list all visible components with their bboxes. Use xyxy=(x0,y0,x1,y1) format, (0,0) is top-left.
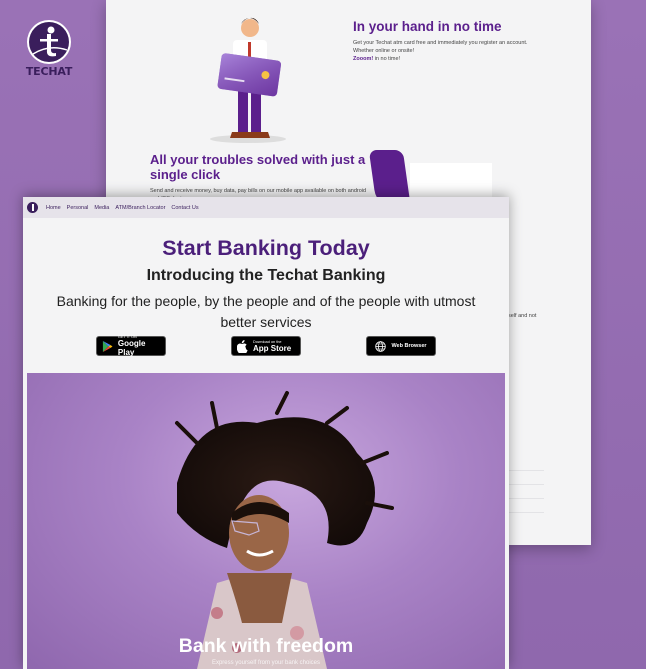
google-play-icon xyxy=(102,340,113,352)
photo-subcaption: Express yourself from your bank choices xyxy=(211,660,321,666)
web-browser-button[interactable]: Web Browser xyxy=(366,336,436,356)
feature1-title: In your hand in no time xyxy=(353,19,502,34)
logo-mark-icon xyxy=(27,20,71,64)
divider-lines xyxy=(508,470,544,526)
nav-personal[interactable]: Personal xyxy=(67,205,89,211)
nav-media[interactable]: Media xyxy=(94,205,109,211)
app-store-label: App Store xyxy=(253,343,292,353)
brand-name: TECHAT xyxy=(25,65,73,78)
app-store-button[interactable]: Download on the App Store xyxy=(231,336,301,356)
feature-card-delivery: In your hand in no time Get your Techat … xyxy=(353,19,573,63)
hero-description: Banking for the people, by the people an… xyxy=(56,293,476,330)
nav-logo-icon[interactable] xyxy=(27,202,38,213)
feature1-line1: Get your Techat atm card free and immedi… xyxy=(353,40,528,46)
woman-portrait-image xyxy=(175,391,394,669)
feature1-accent: Zooom! xyxy=(353,56,374,62)
nav-home[interactable]: Home xyxy=(46,205,61,211)
feature1-line2: Whether online or onsite! xyxy=(353,48,415,54)
feature1-tail: in no time! xyxy=(373,56,401,62)
man-with-card-illustration xyxy=(206,12,291,149)
globe-icon xyxy=(375,340,387,352)
front-page-preview: Home Personal Media ATM/Branch Locator C… xyxy=(23,197,509,669)
hero-subtitle: Introducing the Techat Banking xyxy=(146,267,386,284)
google-play-label: Google Play xyxy=(117,339,146,357)
nav-contact-us[interactable]: Contact Us xyxy=(171,205,198,211)
techat-logo: TECHAT xyxy=(22,20,76,78)
hero-photo: Bank with freedom Express yourself from … xyxy=(27,373,505,669)
google-play-button[interactable]: GET IT ON Google Play xyxy=(96,335,166,357)
feature2-title: All your troubles solved with just a sin… xyxy=(150,152,366,182)
right-text-snippet: self and not xyxy=(508,313,537,319)
feature1-text: Get your Techat atm card free and immedi… xyxy=(353,39,573,63)
hero-title: Start Banking Today xyxy=(162,236,370,260)
navbar: Home Personal Media ATM/Branch Locator C… xyxy=(23,197,509,218)
photo-caption: Bank with freedom xyxy=(178,635,354,657)
feature1-line3: Zooom! in no time! xyxy=(353,55,573,63)
feature-one-click: All your troubles solved with just a sin… xyxy=(150,152,370,203)
nav-atm-branch-locator[interactable]: ATM/Branch Locator xyxy=(115,205,165,211)
apple-icon xyxy=(237,339,248,353)
web-browser-label: Web Browser xyxy=(391,343,427,349)
